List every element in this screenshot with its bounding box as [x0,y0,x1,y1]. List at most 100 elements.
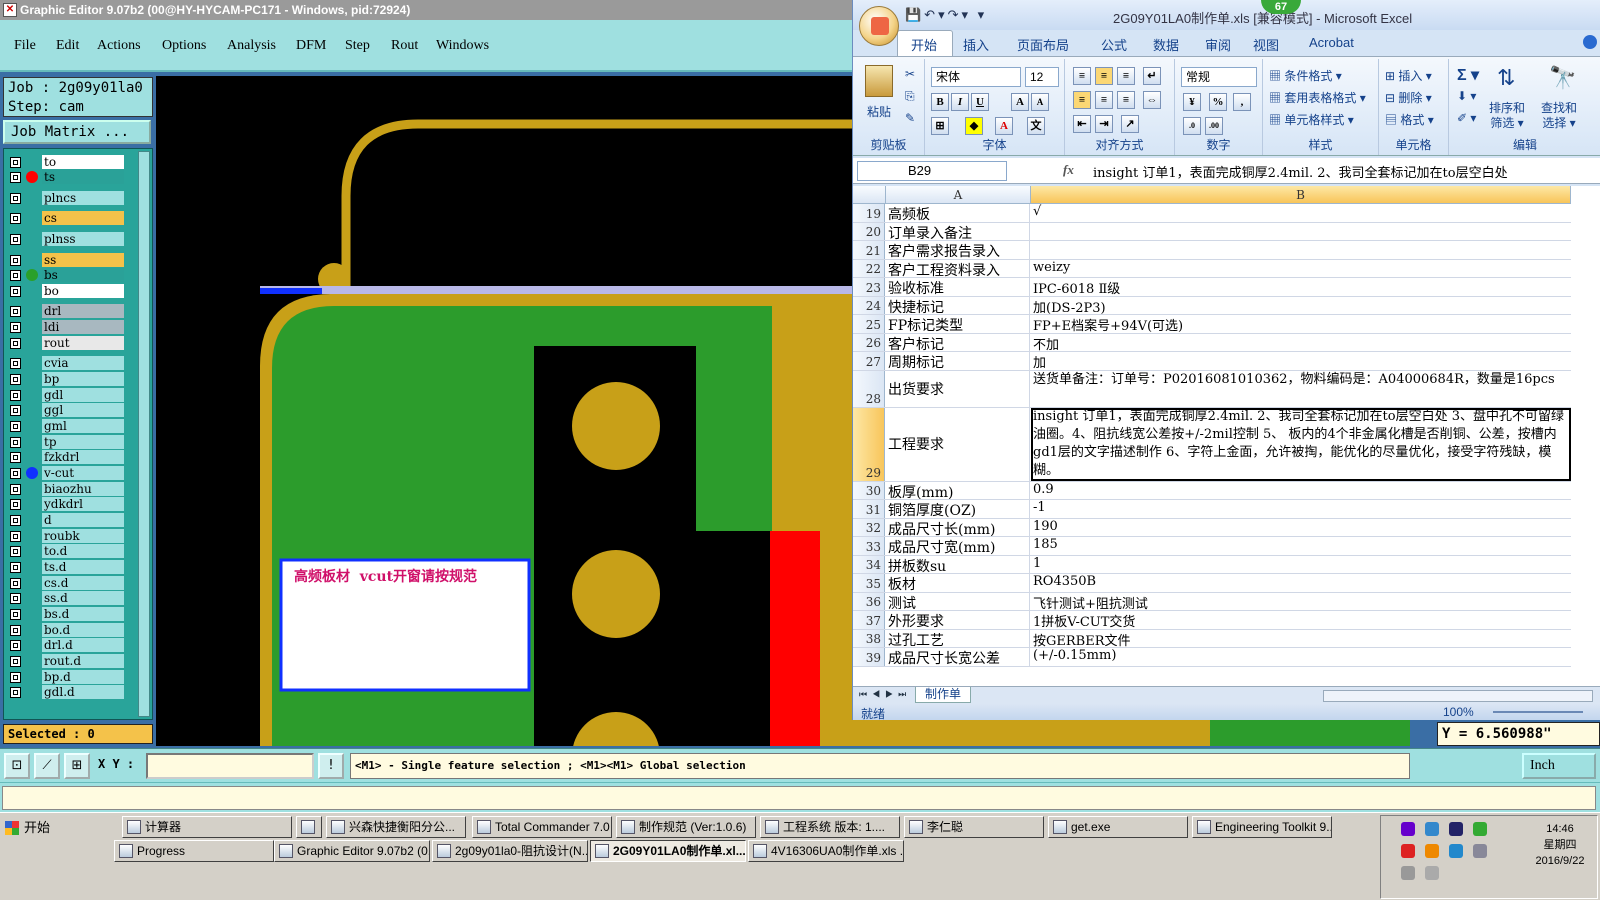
layer-row[interactable]: bs.d [4,607,140,621]
layer-row[interactable]: bo.d [4,623,140,637]
layer-row[interactable]: roubk [4,529,140,543]
increase-decimal-icon[interactable]: .0 [1183,117,1201,135]
layer-checkbox[interactable] [10,405,21,416]
cell-a[interactable]: 订单录入备注 [886,222,1030,240]
italic-icon[interactable]: I [951,93,969,111]
sort-filter-button[interactable]: 排序和 筛选 ▾ [1489,101,1525,131]
row-header[interactable]: 28 [853,370,885,407]
layer-name[interactable]: gdl [42,388,124,402]
table-row[interactable]: 35 板材 RO4350B [853,574,1600,593]
tray-volume-icon[interactable] [1425,866,1439,880]
format-cells-button[interactable]: ▤ 格式 ▾ [1385,111,1434,128]
taskbar-button[interactable]: 李仁聪 [904,816,1044,838]
table-row[interactable]: 28 出货要求 送货单备注：订单号：P02016081010362，物料编码是：A0… [853,370,1600,408]
cell-a[interactable]: 板厚(mm) [886,481,1030,499]
layer-checkbox[interactable] [10,452,21,463]
align-center-icon[interactable]: ≡ [1095,91,1113,109]
cell-b[interactable]: 1拼板V-CUT交货 [1031,611,1571,629]
cell-a[interactable]: 成品尺寸长(mm) [886,518,1030,536]
layer-checkbox[interactable] [10,172,21,183]
cell-a[interactable]: 高频板 [886,204,1030,222]
job-matrix-button[interactable]: Job Matrix ... [3,120,151,144]
tab-view[interactable]: 视图 [1253,35,1279,54]
table-row[interactable]: 31 铜箔厚度(OZ) -1 [853,500,1600,519]
row-header[interactable]: 19 [853,204,885,222]
layer-name[interactable]: gml [42,419,124,433]
tray-app-icon-2[interactable] [1401,844,1415,858]
cell-b[interactable]: weizy [1031,260,1571,278]
cell-b[interactable]: 加 [1031,352,1571,370]
layer-name[interactable]: fzkdrl [42,450,124,464]
table-row[interactable]: 30 板厚(mm) 0.9 [853,481,1600,500]
row-header[interactable]: 32 [853,518,885,536]
cell-b[interactable] [1031,223,1571,241]
menu-edit[interactable]: Edit [56,38,79,54]
layer-checkbox[interactable] [10,437,21,448]
layer-checkbox[interactable] [10,546,21,557]
menu-windows[interactable]: Windows [436,38,489,54]
layer-checkbox[interactable] [10,338,21,349]
layer-name[interactable]: tp [42,435,124,449]
layer-name[interactable]: to.d [42,544,124,558]
row-header[interactable]: 22 [853,259,885,277]
cell-a[interactable]: 客户需求报告录入 [886,241,1030,259]
layer-row[interactable]: bp.d [4,670,140,684]
layer-row[interactable]: rout.d [4,654,140,668]
layer-checkbox[interactable] [10,213,21,224]
layer-row[interactable]: ydkdrl [4,497,140,511]
cell-b[interactable]: 按GERBER文件 [1031,630,1571,648]
layer-row[interactable]: to [4,155,140,169]
cell-b[interactable]: FP+E档案号+94V(可选) [1031,315,1571,333]
cell-a[interactable]: 过孔工艺 [886,629,1030,647]
taskbar-button[interactable]: 计算器 [122,816,292,838]
layer-checkbox[interactable] [10,499,21,510]
layer-checkbox[interactable] [10,687,21,698]
tray-app-icon-3[interactable] [1425,844,1439,858]
layer-name[interactable]: to [42,155,124,169]
row-header[interactable]: 23 [853,278,885,296]
layer-name[interactable]: roubk [42,529,124,543]
layer-checkbox[interactable] [10,157,21,168]
currency-icon[interactable]: ¥ [1183,93,1201,111]
cell-b[interactable]: 不加 [1031,334,1571,352]
layer-checkbox[interactable] [10,578,21,589]
cell-b[interactable]: 190 [1031,519,1571,537]
row-header[interactable]: 37 [853,611,885,629]
cell-b[interactable]: √ [1031,204,1571,222]
zoom-area-icon[interactable]: ⟋ [34,753,60,779]
tray-security-icon[interactable] [1473,822,1487,836]
menu-analysis[interactable]: Analysis [227,38,276,54]
table-row[interactable]: 27 周期标记加 [853,352,1600,371]
layer-checkbox[interactable] [10,358,21,369]
layer-name[interactable]: cvia [42,356,124,370]
formula-input[interactable]: insight 订单1，表面完成铜厚2.4mil. 2、我司全套标记加在to层空… [1093,162,1599,181]
horizontal-scrollbar[interactable] [1323,690,1593,702]
fx-icon[interactable]: fx [1063,162,1074,178]
layer-checkbox[interactable] [10,468,21,479]
layer-row[interactable]: ldi [4,320,140,334]
tab-page-layout[interactable]: 页面布局 [1017,35,1069,54]
layer-checkbox[interactable] [10,656,21,667]
layer-name[interactable]: rout.d [42,654,124,668]
align-middle-icon[interactable]: ≡ [1095,67,1113,85]
tray-app-icon-4[interactable] [1449,844,1463,858]
cell-a[interactable]: 板材 [886,574,1030,592]
cell-a[interactable]: 工程要求 [886,407,1030,481]
cell-b[interactable]: 飞针测试+阻抗测试 [1031,593,1571,611]
cell-b[interactable]: 1 [1031,556,1571,574]
quick-access-toolbar[interactable]: 💾↶▾↷▾ ▾ [905,7,987,23]
grow-font-icon[interactable]: A [1011,93,1029,111]
cell-b[interactable]: RO4350B [1031,574,1571,592]
layer-name[interactable]: drl.d [42,638,124,652]
cell-a[interactable]: 成品尺寸长宽公差 [886,648,1030,666]
layer-name[interactable]: bs [42,268,124,282]
taskbar-button[interactable]: Total Commander 7.0 ... [472,816,612,838]
align-bottom-icon[interactable]: ≡ [1117,67,1135,85]
layer-row[interactable]: v-cut [4,466,140,480]
copy-icon[interactable]: ⎘ [905,89,915,104]
insert-cells-button[interactable]: ⊞ 插入 ▾ [1385,67,1432,84]
menu-options[interactable]: Options [162,38,206,54]
layer-row[interactable]: drl [4,304,140,318]
office-button[interactable] [859,6,899,46]
grid-snap-icon[interactable]: ⊞ [64,753,90,779]
